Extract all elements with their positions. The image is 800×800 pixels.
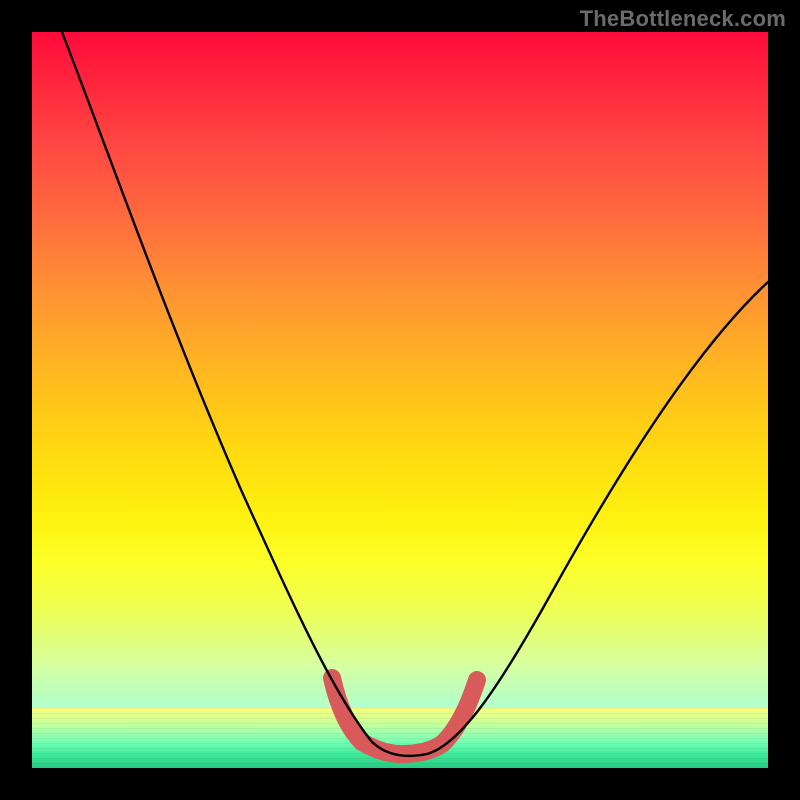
outer-frame: TheBottleneck.com [0,0,800,800]
plot-area [32,32,768,768]
black-curve-path [62,32,768,756]
curve-layer [32,32,768,768]
watermark-text: TheBottleneck.com [580,6,786,32]
